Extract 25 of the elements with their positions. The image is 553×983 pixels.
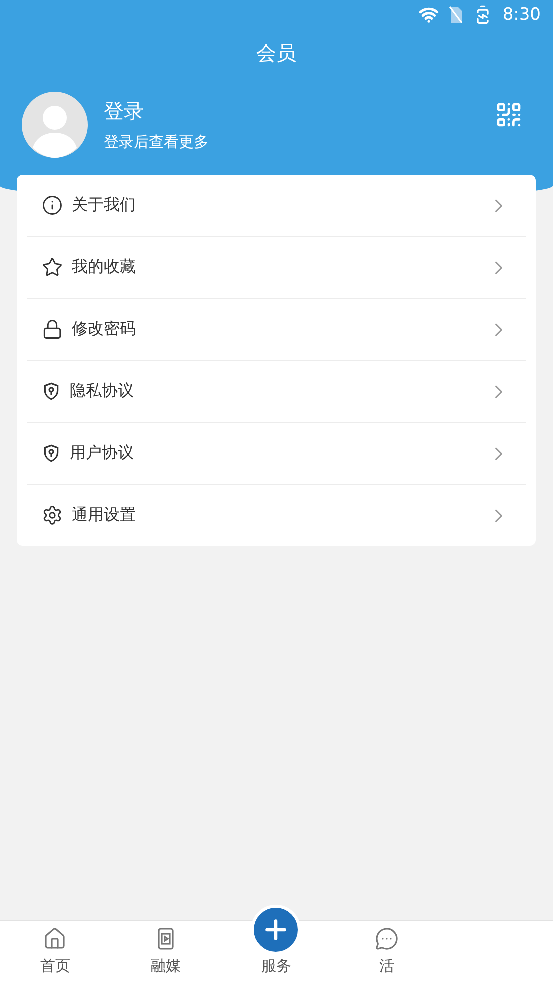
status-time: 8:30	[502, 5, 541, 25]
home-icon	[43, 927, 68, 951]
menu-item[interactable]: 关于我们	[72, 195, 479, 216]
qr-code-button[interactable]	[495, 101, 523, 129]
shield-icon	[42, 444, 61, 463]
menu-item[interactable]: 隐私协议	[70, 381, 479, 402]
tab-item[interactable]: 服务	[221, 905, 332, 983]
menu-item[interactable]: 用户协议	[70, 443, 479, 464]
star-icon	[42, 257, 63, 278]
info-icon	[42, 195, 63, 216]
avatar	[22, 92, 88, 158]
menu-item[interactable]: 我的收藏	[72, 257, 479, 278]
lock-icon	[42, 319, 63, 340]
wifi-icon	[418, 5, 439, 25]
login-hint: 登录后查看更多	[104, 133, 210, 152]
tab-item[interactable]: 活	[332, 921, 442, 983]
menu-item[interactable]: 通用设置	[72, 505, 479, 526]
menu-item[interactable]: 修改密码	[72, 319, 479, 340]
page-title: 会员	[256, 40, 298, 67]
no-sim-icon	[448, 6, 463, 24]
tab-item[interactable]: 融媒	[110, 921, 222, 983]
settings-icon	[42, 505, 63, 526]
chat-icon	[375, 927, 400, 951]
shield-icon	[42, 382, 61, 401]
tab-item[interactable]: 首页	[0, 921, 111, 983]
